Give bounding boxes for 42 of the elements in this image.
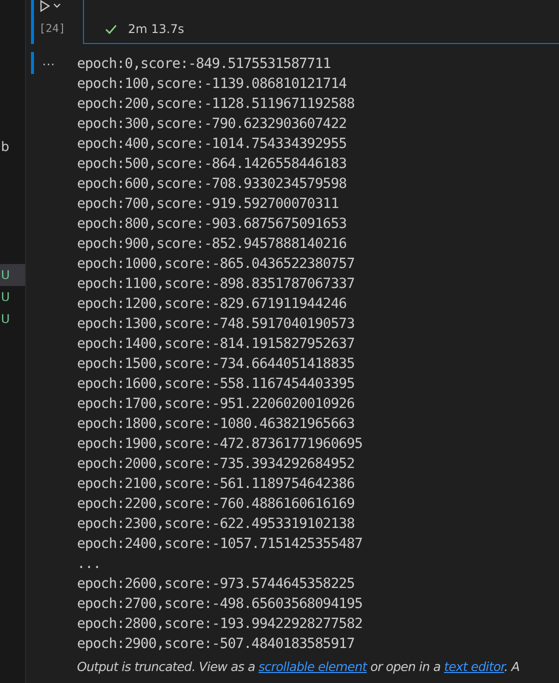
output-line: epoch:600,score:-708.9330234579598 xyxy=(77,175,348,194)
execution-count: [24] xyxy=(39,22,66,35)
file-status-item[interactable]: U xyxy=(0,308,25,330)
output-line: epoch:1700,score:-951.2206020010926 xyxy=(77,395,356,414)
output-line: epoch:1300,score:-748.5917040190573 xyxy=(77,315,356,334)
output-line: epoch:700,score:-919.592700070311 xyxy=(77,195,340,214)
output-line: ... xyxy=(77,555,102,574)
output-line: epoch:300,score:-790.6232903607422 xyxy=(77,115,348,134)
output-line: epoch:1600,score:-558.1167454403395 xyxy=(77,375,356,394)
output-line: epoch:400,score:-1014.754334392955 xyxy=(77,135,348,154)
run-cell-icon[interactable] xyxy=(39,0,61,12)
code-editor[interactable]: 2m 13.7s xyxy=(83,0,559,44)
output-line: epoch:1100,score:-898.8351787067337 xyxy=(77,275,356,294)
output-line: epoch:800,score:-903.6875675091653 xyxy=(77,215,348,234)
text-editor-link[interactable]: text editor xyxy=(444,659,504,674)
output-line: epoch:2900,score:-507.4840183585917 xyxy=(77,635,356,654)
output-line: epoch:2000,score:-735.3934292684952 xyxy=(77,455,356,474)
output-line: epoch:1900,score:-472.87361771960695 xyxy=(77,435,364,454)
file-status-item[interactable]: U xyxy=(0,286,25,308)
output-line: epoch:1000,score:-865.0436522380757 xyxy=(77,255,356,274)
file-status-item[interactable]: U xyxy=(0,264,25,286)
output-line: epoch:1200,score:-829.671911944246 xyxy=(77,295,348,314)
file-name-fragment: b xyxy=(1,140,10,155)
output-line: epoch:200,score:-1128.5119671192588 xyxy=(77,95,356,114)
output-line: epoch:2700,score:-498.65603568094195 xyxy=(77,595,364,614)
output-line: epoch:1800,score:-1080.463821965663 xyxy=(77,415,356,434)
output-line: epoch:2400,score:-1057.7151425355487 xyxy=(77,535,364,554)
output-line: epoch:900,score:-852.9457888140216 xyxy=(77,235,348,254)
run-duration: 2m 13.7s xyxy=(128,22,184,36)
output-line: epoch:100,score:-1139.086810121714 xyxy=(77,75,348,94)
scrollable-element-link[interactable]: scrollable element xyxy=(258,659,367,674)
output-line: epoch:2200,score:-760.4886160616169 xyxy=(77,495,356,514)
truncation-message: Output is truncated. View as a scrollable element or open in a text editor. A xyxy=(77,659,520,674)
output-line: epoch:2800,score:-193.99422928277582 xyxy=(77,615,364,634)
output-line: epoch:1500,score:-734.6644051418835 xyxy=(77,355,356,374)
output-menu-button[interactable]: ··· xyxy=(31,52,75,74)
output-line: epoch:2100,score:-561.1189754642386 xyxy=(77,475,356,494)
output-line: epoch:2300,score:-622.4953319102138 xyxy=(77,515,356,534)
output-line: epoch:1400,score:-814.1915827952637 xyxy=(77,335,356,354)
output-line: epoch:2600,score:-973.5744645358225 xyxy=(77,575,356,594)
output-line: epoch:500,score:-864.1426558446183 xyxy=(77,155,348,174)
output-line: epoch:0,score:-849.5175531587711 xyxy=(77,55,332,74)
